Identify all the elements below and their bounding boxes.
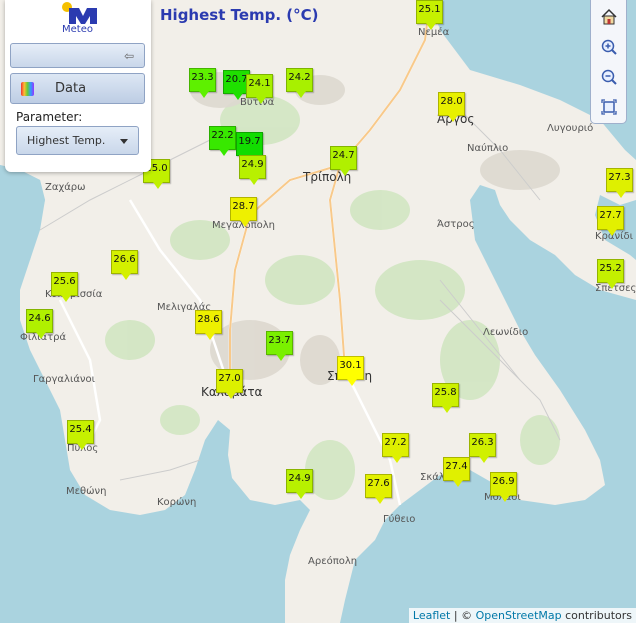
station-marker[interactable]: 23.7 — [266, 331, 293, 361]
station-marker[interactable]: 26.3 — [469, 433, 496, 463]
station-marker[interactable]: 26.6 — [111, 250, 138, 280]
station-marker[interactable]: 28.6 — [195, 310, 222, 340]
station-marker[interactable]: 25.2 — [597, 259, 624, 289]
station-marker[interactable]: 24.9 — [286, 469, 313, 499]
map-title: Highest Temp. (°C) — [160, 6, 319, 24]
osm-link[interactable]: OpenStreetMap — [476, 609, 562, 622]
place-label: Γύθειο — [383, 514, 416, 525]
station-marker[interactable]: 25.6 — [51, 272, 78, 302]
fullscreen-button[interactable] — [595, 94, 623, 120]
station-marker[interactable]: 28.7 — [230, 197, 257, 227]
zoom-in-icon — [601, 39, 617, 55]
place-label: Λυγουριό — [547, 123, 594, 134]
control-panel: Meteo ⇦ Data Parameter: Highest Temp. — [5, 0, 151, 172]
station-marker[interactable]: 24.9 — [239, 155, 266, 185]
station-marker[interactable]: 23.3 — [189, 68, 216, 98]
place-label: Λεωνίδιο — [483, 327, 529, 338]
station-marker[interactable]: 27.4 — [443, 457, 470, 487]
zoom-out-icon — [601, 69, 617, 85]
data-button-label: Data — [55, 81, 87, 96]
station-marker[interactable]: 30.1 — [337, 356, 364, 386]
place-label: Μεθώνη — [66, 486, 107, 497]
station-marker[interactable]: 19.7 — [236, 132, 263, 162]
arrow-left-icon: ⇦ — [123, 49, 134, 63]
parameter-select[interactable]: Highest Temp. — [16, 126, 139, 155]
attribution-suffix: contributors — [561, 609, 632, 622]
logo-text: Meteo — [62, 24, 93, 35]
station-marker[interactable]: 27.6 — [365, 474, 392, 504]
place-label: Ζαχάρω — [45, 182, 86, 193]
place-label: Κορώνη — [157, 497, 197, 508]
fullscreen-icon — [601, 99, 617, 115]
collapse-panel-button[interactable]: ⇦ — [10, 43, 145, 68]
station-marker[interactable]: 28.0 — [438, 92, 465, 122]
station-marker[interactable]: 27.0 — [216, 369, 243, 399]
station-marker[interactable]: 24.6 — [26, 309, 53, 339]
zoom-in-button[interactable] — [595, 34, 623, 60]
place-label: Ναύπλιο — [467, 143, 509, 154]
home-icon — [601, 8, 617, 25]
leaflet-link[interactable]: Leaflet — [413, 609, 450, 622]
station-marker[interactable]: 24.7 — [330, 146, 357, 176]
place-label: Γαργαλιάνοι — [33, 374, 96, 385]
station-marker[interactable]: 24.1 — [246, 74, 273, 104]
station-marker[interactable]: 26.9 — [490, 472, 517, 502]
place-label: Αρεόπολη — [308, 556, 358, 567]
home-button[interactable] — [595, 4, 623, 30]
station-marker[interactable]: 25.8 — [432, 383, 459, 413]
place-label: Άστρος — [437, 219, 475, 230]
station-marker[interactable]: 27.3 — [606, 168, 633, 198]
map-attribution: Leaflet | © OpenStreetMap contributors — [408, 608, 636, 623]
chevron-down-icon — [120, 139, 128, 144]
station-marker[interactable]: 25.4 — [67, 420, 94, 450]
map-toolbar — [590, 0, 627, 124]
station-marker[interactable]: 27.7 — [597, 206, 624, 236]
station-marker[interactable]: 25.1 — [416, 0, 443, 30]
station-marker[interactable]: 22.2 — [209, 126, 236, 156]
parameter-select-value: Highest Temp. — [27, 134, 106, 147]
parameter-label: Parameter: — [16, 110, 83, 124]
palette-icon — [21, 82, 34, 96]
attribution-separator: | © — [450, 609, 476, 622]
data-button[interactable]: Data — [10, 73, 145, 104]
station-marker[interactable]: 27.2 — [382, 433, 409, 463]
zoom-out-button[interactable] — [595, 64, 623, 90]
station-marker[interactable]: 24.2 — [286, 68, 313, 98]
